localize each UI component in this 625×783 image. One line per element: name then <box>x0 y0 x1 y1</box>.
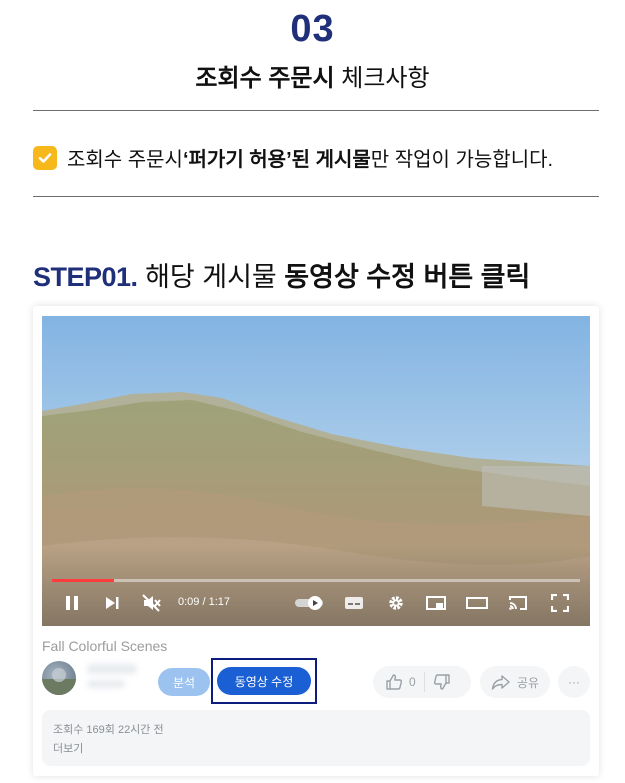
thumbs-down-icon <box>433 674 450 690</box>
mute-button[interactable] <box>140 592 164 614</box>
section-title-rest: 체크사항 <box>334 65 430 92</box>
divider-bottom <box>33 196 599 197</box>
subtitles-icon <box>345 597 363 609</box>
progress-fill <box>52 579 114 582</box>
theater-mode-button[interactable] <box>465 592 489 614</box>
show-more-link[interactable]: 더보기 <box>53 740 83 756</box>
checkbox-checked-icon <box>33 145 57 170</box>
channel-name-blurred <box>87 664 137 674</box>
time-display: 0:09 / 1:17 <box>178 596 230 608</box>
miniplayer-icon <box>426 596 446 610</box>
share-label: 공유 <box>516 675 540 690</box>
thumbs-up-icon <box>386 674 403 690</box>
gear-icon <box>389 596 403 610</box>
autoplay-toggle[interactable] <box>294 592 326 614</box>
edit-video-button[interactable]: 동영상 수정 <box>217 667 311 695</box>
notice-prefix: 조회수 주문시 <box>67 149 183 171</box>
channel-avatar[interactable] <box>42 661 76 695</box>
skip-next-icon <box>106 597 119 609</box>
more-options-button[interactable]: ··· <box>558 666 590 698</box>
pause-button[interactable] <box>62 592 82 614</box>
step-heading: STEP01. 해당 게시물 동영상 수정 버튼 클릭 <box>33 255 530 294</box>
settings-button[interactable] <box>384 592 408 614</box>
like-count: 0 <box>409 675 416 689</box>
fullscreen-icon <box>551 594 569 612</box>
view-count-and-date: 조회수 169회 22시간 전 <box>53 724 164 736</box>
volume-muted-icon <box>142 594 161 612</box>
section-number: 03 <box>290 8 335 50</box>
cast-button[interactable] <box>506 592 530 614</box>
divider-top <box>33 110 599 111</box>
like-separator <box>423 672 425 692</box>
avatar-image <box>42 668 76 695</box>
like-button[interactable]: 0 <box>385 673 416 691</box>
notice-bold: ‘퍼가기 허용’된 게시물 <box>182 149 371 171</box>
step-text: 해당 게시물 <box>137 262 285 292</box>
section-title: 조회수 주문시 체크사항 <box>0 58 625 93</box>
share-arrow-icon <box>491 675 510 690</box>
video-card: 0:09 / 1:17 Fall Colorful Scenes 분석 동영상 … <box>33 306 599 776</box>
description-box[interactable]: 조회수 169회 22시간 전 더보기 <box>42 710 590 766</box>
subtitles-button[interactable] <box>342 592 366 614</box>
dislike-button[interactable] <box>433 673 451 691</box>
section-title-bold: 조회수 주문시 <box>195 65 335 92</box>
like-dislike-group: 0 <box>373 666 471 698</box>
notice: 조회수 주문시 ‘퍼가기 허용’된 게시물 만 작업이 가능합니다. <box>33 143 603 172</box>
notice-suffix: 만 작업이 가능합니다. <box>370 149 554 171</box>
analytics-button[interactable]: 분석 <box>158 668 210 696</box>
theater-mode-icon <box>466 597 488 609</box>
miniplayer-button[interactable] <box>424 592 448 614</box>
video-title: Fall Colorful Scenes <box>42 638 168 654</box>
cast-icon <box>509 596 527 610</box>
share-button[interactable]: 공유 <box>480 666 550 698</box>
step-label: STEP01. <box>33 262 138 292</box>
pause-icon <box>66 596 78 610</box>
more-horizontal-icon: ··· <box>568 675 580 689</box>
autoplay-toggle-icon <box>295 596 323 610</box>
video-player[interactable]: 0:09 / 1:17 <box>42 316 590 626</box>
fullscreen-button[interactable] <box>548 592 572 614</box>
next-button[interactable] <box>102 592 122 614</box>
progress-bar[interactable] <box>52 579 580 582</box>
step-text-bold: 동영상 수정 버튼 클릭 <box>284 262 531 292</box>
subscriber-count-blurred <box>87 680 125 688</box>
